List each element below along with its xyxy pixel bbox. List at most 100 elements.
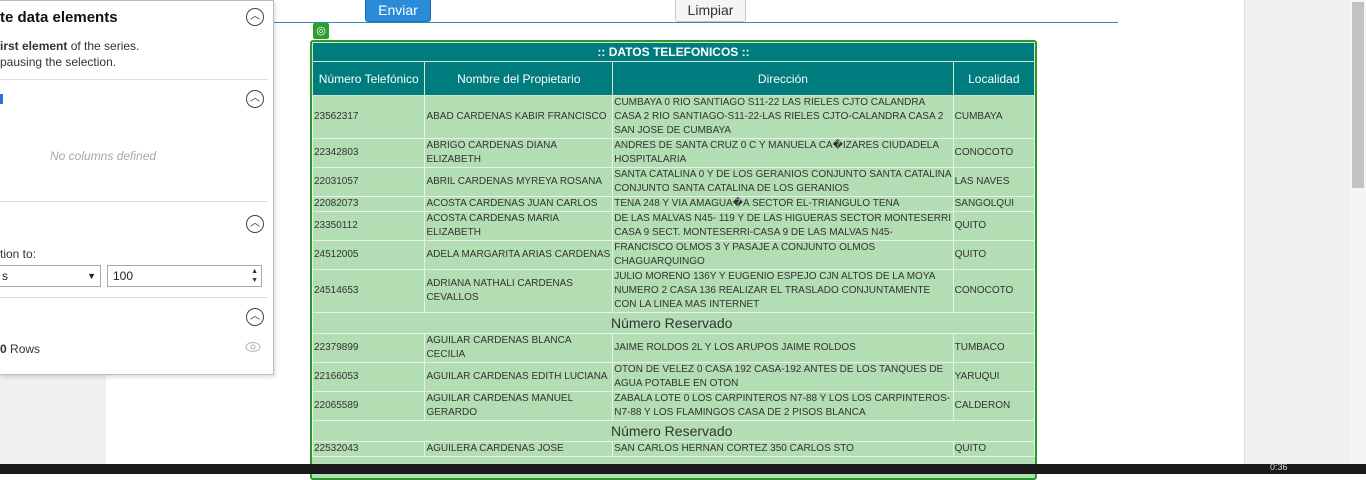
phone-number-cell: 22166053: [312, 362, 426, 392]
reserved-number-cell: Número Reservado: [312, 420, 1035, 442]
limit-number-input[interactable]: 100 ▲ ▼: [107, 265, 262, 287]
locality-cell: QUITO: [952, 441, 1035, 457]
phone-number-cell: 22532043: [312, 441, 426, 457]
column-header: Dirección: [612, 61, 954, 96]
owner-name-cell: ACOSTA CARDENAS MARIA ELIZABETH: [424, 211, 614, 241]
locality-cell: SANGOLQUI: [952, 196, 1035, 212]
address-cell: ZABALA LOTE 0 LOS CARPINTEROS N7-88 Y LO…: [612, 391, 954, 421]
phone-data-table-container: :: DATOS TELEFONICOS :: Número Telefónic…: [310, 40, 1037, 480]
phone-number-cell: 22065589: [312, 391, 426, 421]
data-elements-panel: te data elements ︿ irst element of the s…: [0, 0, 274, 375]
no-columns-message: No columns defined: [50, 149, 157, 163]
phone-number-cell: 22342803: [312, 138, 426, 168]
table-row: 22031057 ABRIL CARDENAS MYREYA ROSANA SANT…: [312, 167, 1035, 197]
table-row: Número Reservado: [312, 420, 1035, 442]
submit-button[interactable]: Enviar: [365, 0, 431, 22]
phone-number-cell: 22379899: [312, 333, 426, 363]
locality-cell: LAS NAVES: [952, 167, 1035, 197]
panel-separator: [0, 79, 268, 80]
panel-separator: [0, 201, 268, 202]
table-row: 24512005 ADELA MARGARITA ARIAS CARDENAS FR…: [312, 240, 1035, 270]
phone-number-cell: 24512005: [312, 240, 426, 270]
collapse-section-4-icon[interactable]: ︿: [246, 308, 264, 326]
locality-cell: TUMBACO: [952, 333, 1035, 363]
table-row: 22342803 ABRIGO CARDENAS DIANA ELIZABETH A…: [312, 138, 1035, 168]
column-header: Número Telefónico: [312, 61, 426, 96]
table-row: 23562317 ABAD CARDENAS KABIR FRANCISCO CUM…: [312, 95, 1035, 139]
spinner-icon[interactable]: ▲ ▼: [251, 267, 258, 285]
address-cell: SAN CARLOS HERNAN CORTEZ 350 CARLOS STO: [612, 441, 954, 457]
collapse-section-2-icon[interactable]: ︿: [246, 90, 264, 108]
hint-rest-text: of the series.: [67, 39, 140, 53]
table-row: 24514653 ADRIANA NATHALI CARDENAS CEVALLO…: [312, 269, 1035, 313]
reserved-number-cell: Número Reservado: [312, 312, 1035, 334]
number-value: 100: [113, 269, 134, 283]
address-cell: DE LAS MALVAS N45- 119 Y DE LAS HIGUERAS…: [612, 211, 954, 241]
os-taskbar: 0:36: [0, 462, 1366, 474]
hint-bold-text: irst element: [0, 39, 68, 53]
locality-cell: QUITO: [952, 211, 1035, 241]
owner-name-cell: AGUILAR CARDENAS BLANCA CECILIA: [424, 333, 614, 363]
limit-label: tion to:: [0, 247, 37, 261]
table-row: 22532043 AGUILERA CARDENAS JOSE SAN CARLOS…: [312, 441, 1035, 457]
owner-name-cell: ADRIANA NATHALI CARDENAS CEVALLOS: [424, 269, 614, 313]
owner-name-cell: ABAD CARDENAS KABIR FRANCISCO: [424, 95, 614, 139]
page-right-margin: [1244, 0, 1351, 474]
table-title: :: DATOS TELEFONICOS ::: [312, 42, 1035, 62]
phone-number-cell: 22031057: [312, 167, 426, 197]
collapse-section-1-icon[interactable]: ︿: [246, 8, 264, 26]
column-header: Localidad: [952, 61, 1035, 96]
section-2-marker: [0, 94, 3, 104]
locality-cell: CONOCOTO: [952, 269, 1035, 313]
dropdown-arrow-icon: ▼: [87, 271, 96, 281]
locality-cell: CONOCOTO: [952, 138, 1035, 168]
address-cell: OTON DE VELEZ 0 CASA 192 CASA-192 ANTES …: [612, 362, 954, 392]
owner-name-cell: AGUILAR CARDENAS EDITH LUCIANA: [424, 362, 614, 392]
table-row: 22082073 ACOSTA CARDENAS JUAN CARLOS TENA …: [312, 196, 1035, 212]
panel-title: te data elements: [0, 9, 118, 26]
eye-icon[interactable]: [245, 341, 261, 353]
table-row: 22065589 AGUILAR CARDENAS MANUEL GERARDO Z…: [312, 391, 1035, 421]
locality-cell: CUMBAYA: [952, 95, 1035, 139]
phone-data-table: :: DATOS TELEFONICOS :: Número Telefónic…: [312, 42, 1035, 457]
address-cell: TENA 248 Y VIA AMAGUA�A SECTOR EL-TRIANG…: [612, 196, 954, 212]
vertical-scrollbar[interactable]: [1350, 0, 1366, 464]
table-row: 22379899 AGUILAR CARDENAS BLANCA CECILIA J…: [312, 333, 1035, 363]
address-cell: CUMBAYA 0 RIO SANTIAGO S11-22 LAS RIELES…: [612, 95, 954, 139]
rows-label: Rows: [10, 342, 41, 356]
select-value: s: [2, 269, 8, 283]
scrollbar-thumb[interactable]: [1352, 2, 1364, 188]
phone-number-cell: 22082073: [312, 196, 426, 212]
locality-cell: QUITO: [952, 240, 1035, 270]
address-cell: JULIO MORENO 136Y Y EUGENIO ESPEJO CJN A…: [612, 269, 954, 313]
address-cell: FRANCISCO OLMOS 3 Y PASAJE A CONJUNTO OL…: [612, 240, 954, 270]
panel-hint-line2: pausing the selection.: [0, 55, 117, 69]
locality-cell: CALDERON: [952, 391, 1035, 421]
owner-name-cell: AGUILERA CARDENAS JOSE: [424, 441, 614, 457]
taskbar-clock: 0:36: [1270, 462, 1288, 472]
owner-name-cell: ABRIL CARDENAS MYREYA ROSANA: [424, 167, 614, 197]
address-cell: JAIME ROLDOS 2L Y LOS ARUPOS JAIME ROLDO…: [612, 333, 954, 363]
table-row: 22166053 AGUILAR CARDENAS EDITH LUCIANA OT…: [312, 362, 1035, 392]
address-cell: SANTA CATALINA 0 Y DE LOS GERANIOS CONJU…: [612, 167, 954, 197]
rows-summary: 0 Rows: [0, 342, 40, 356]
collapse-section-3-icon[interactable]: ︿: [246, 215, 264, 233]
locality-cell: YARUQUI: [952, 362, 1035, 392]
selection-handle-icon[interactable]: ◎: [313, 23, 329, 39]
phone-number-cell: 24514653: [312, 269, 426, 313]
phone-number-cell: 23562317: [312, 95, 426, 139]
form-divider: [274, 22, 1118, 23]
rows-count: 0: [0, 342, 7, 356]
address-cell: ANDRES DE SANTA CRUZ 0 C Y MANUELA CA�IZ…: [612, 138, 954, 168]
limit-type-select[interactable]: s ▼: [0, 265, 101, 287]
table-row: 23350112 ACOSTA CARDENAS MARIA ELIZABETH D…: [312, 211, 1035, 241]
owner-name-cell: ACOSTA CARDENAS JUAN CARLOS: [424, 196, 614, 212]
owner-name-cell: AGUILAR CARDENAS MANUEL GERARDO: [424, 391, 614, 421]
column-header: Nombre del Propietario: [424, 61, 614, 96]
panel-hint-line1: irst element of the series.: [0, 39, 139, 53]
clear-button[interactable]: Limpiar: [675, 0, 746, 22]
owner-name-cell: ADELA MARGARITA ARIAS CARDENAS: [424, 240, 614, 270]
panel-separator: [0, 297, 268, 298]
owner-name-cell: ABRIGO CARDENAS DIANA ELIZABETH: [424, 138, 614, 168]
table-row: Número Reservado: [312, 312, 1035, 334]
